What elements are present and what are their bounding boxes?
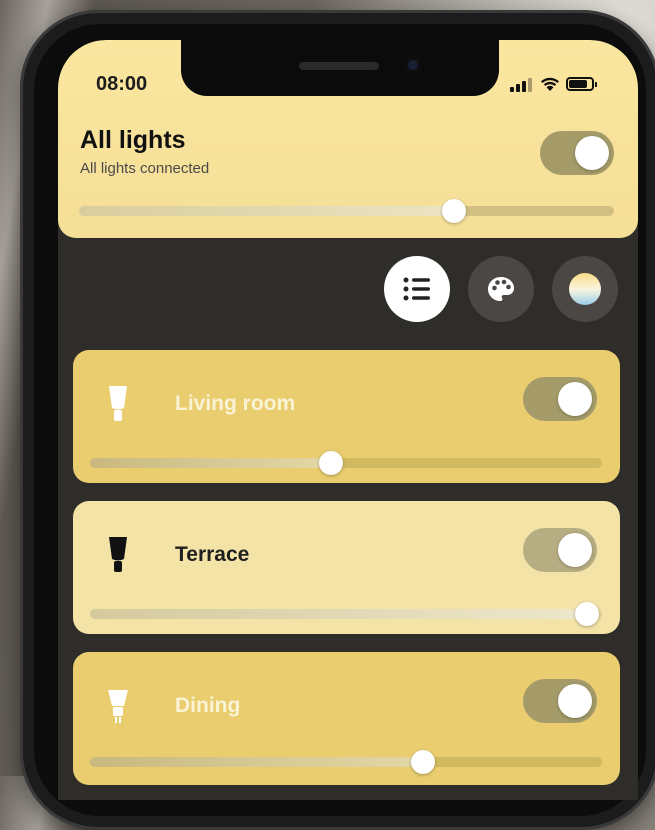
room-toggle[interactable] — [523, 377, 597, 421]
slider-fill — [79, 206, 454, 216]
room-name: Living room — [175, 392, 296, 415]
all-lights-subtitle: All lights connected — [80, 160, 210, 177]
toggle-knob — [558, 382, 592, 416]
room-toggle[interactable] — [523, 528, 597, 572]
toggle-knob — [575, 136, 609, 170]
slider-thumb[interactable] — [318, 451, 343, 475]
spot-bulb-icon — [108, 690, 128, 723]
room-card-living-room[interactable]: Living room — [73, 350, 620, 483]
phone-notch — [181, 40, 499, 96]
scene-gradient-icon — [569, 273, 601, 305]
front-camera — [405, 57, 421, 73]
list-view-button[interactable] — [384, 256, 450, 322]
palette-icon — [488, 277, 514, 301]
all-lights-brightness-slider[interactable] — [79, 199, 614, 223]
room-card-dining[interactable]: Dining — [73, 652, 620, 785]
all-lights-title: All lights — [80, 126, 186, 154]
toggle-knob — [558, 533, 592, 567]
toggle-knob — [558, 684, 592, 718]
all-lights-toggle[interactable] — [540, 131, 614, 175]
slider-thumb[interactable] — [441, 199, 466, 223]
slider-fill — [90, 458, 331, 468]
scene-view-button[interactable] — [552, 256, 618, 322]
signal-icon — [510, 78, 532, 92]
slider-fill — [90, 757, 423, 767]
status-time: 08:00 — [96, 73, 148, 95]
room-brightness-slider[interactable] — [90, 451, 602, 475]
room-name: Terrace — [175, 543, 250, 566]
slider-thumb[interactable] — [574, 602, 599, 626]
palette-view-button[interactable] — [468, 256, 534, 322]
room-name: Dining — [175, 694, 241, 717]
ceiling-bulb-icon — [109, 537, 127, 572]
list-view-icon — [403, 277, 430, 301]
status-icons — [510, 76, 620, 92]
room-brightness-slider[interactable] — [90, 750, 602, 774]
slider-thumb[interactable] — [410, 750, 435, 774]
ceiling-bulb-icon — [109, 386, 127, 421]
room-brightness-slider[interactable] — [90, 602, 602, 626]
speaker-grille — [299, 62, 379, 70]
app-screen: 08:00 All lights All lights connected Li… — [58, 40, 638, 800]
battery-icon — [566, 77, 597, 91]
wifi-icon — [541, 77, 559, 91]
room-toggle[interactable] — [523, 679, 597, 723]
room-card-terrace[interactable]: Terrace — [73, 501, 620, 634]
slider-fill — [90, 609, 587, 619]
